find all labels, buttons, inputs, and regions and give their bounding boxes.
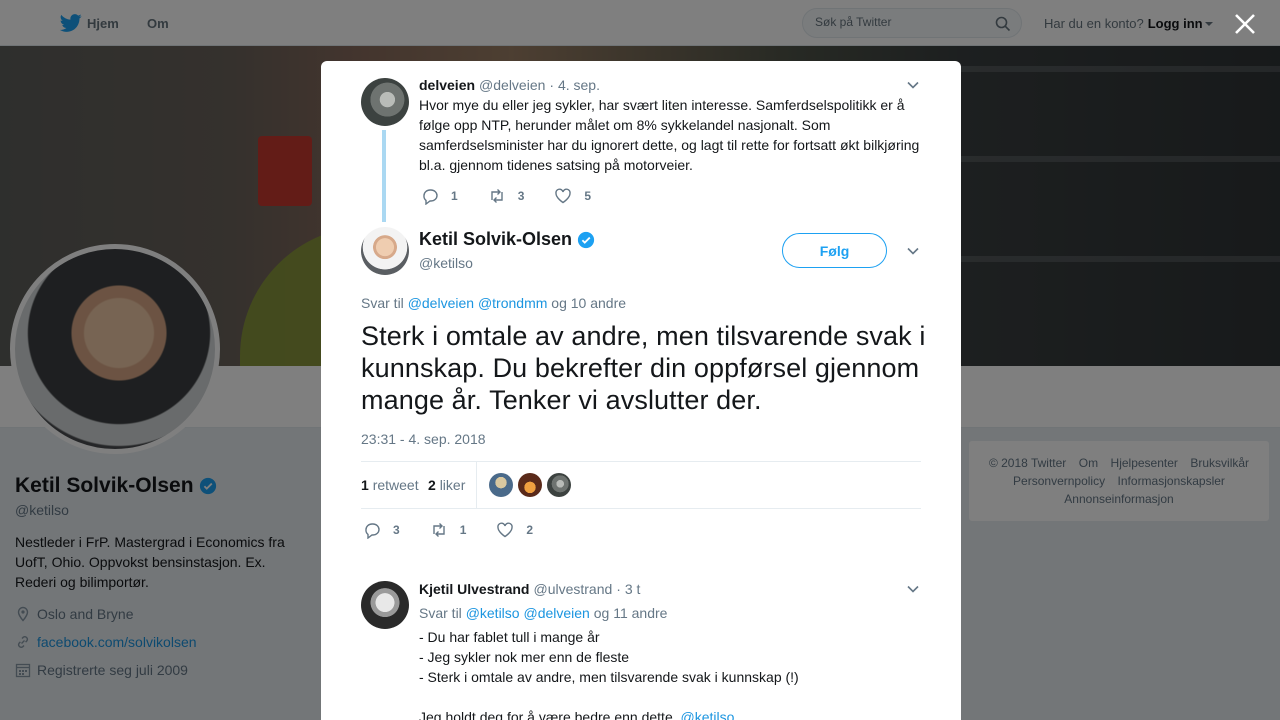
retweet-count: 3 — [517, 189, 525, 203]
reply-icon — [365, 523, 380, 539]
main-tweet-avatar[interactable] — [361, 227, 409, 275]
reply-author-handle[interactable]: @ulvestrand — [533, 581, 612, 597]
like-action[interactable]: 2 — [496, 521, 533, 539]
reply-icon — [423, 189, 438, 205]
reply-line: - Jeg sykler nok mer enn de fleste — [419, 649, 630, 665]
liker-avatar[interactable] — [518, 473, 542, 497]
like-stat-label: liker — [439, 477, 466, 493]
retweet-count: 1 — [459, 523, 467, 537]
follow-button[interactable]: Følg — [782, 233, 887, 268]
chevron-down-icon[interactable] — [906, 582, 920, 596]
retweet-icon — [490, 189, 503, 203]
liker-avatars — [489, 473, 576, 497]
close-icon[interactable] — [1232, 11, 1258, 37]
like-count: 5 — [584, 189, 592, 203]
reply-action[interactable]: 3 — [363, 521, 400, 539]
reply-line: - Du har fablet tull i mange år — [419, 629, 600, 645]
mention-link[interactable]: @delveien — [408, 295, 474, 311]
reply-suffix[interactable]: og 11 andre — [594, 605, 668, 621]
retweet-stat-label: retweet — [372, 477, 419, 493]
heart-icon — [497, 522, 514, 538]
reply-prefix: Svar til — [361, 295, 404, 311]
reply-count: 1 — [451, 189, 458, 203]
reply-blank-line — [419, 687, 799, 707]
reply-suffix[interactable]: og 10 andre — [551, 295, 626, 311]
parent-tweet-actions: 1 3 5 — [421, 187, 621, 205]
main-tweet-actions: 3 1 2 — [363, 521, 563, 539]
mention-link[interactable]: @ketilso — [466, 605, 520, 621]
mention-link[interactable]: @trondmm — [478, 295, 547, 311]
chevron-down-icon[interactable] — [906, 78, 920, 92]
heart-icon — [555, 188, 572, 204]
reply-tweet-text: - Du har fablet tull i mange år - Jeg sy… — [419, 627, 799, 720]
chevron-down-icon[interactable] — [906, 244, 920, 258]
reply-context: Svar til @ketilso @delveien og 11 andre — [419, 605, 667, 621]
reply-tweet-avatar[interactable] — [361, 581, 409, 629]
mention-link[interactable]: @ketilso — [681, 709, 735, 720]
retweet-action[interactable]: 1 — [430, 521, 467, 539]
tweet-stats: 1 retweet 2 liker — [361, 461, 921, 509]
parent-tweet-header: delveien @delveien · 4. sep. — [419, 77, 600, 93]
main-author-name[interactable]: Ketil Solvik-Olsen — [419, 229, 595, 250]
retweet-stat-count: 1 — [361, 477, 369, 493]
mention-link[interactable]: @delveien — [523, 605, 589, 621]
thread-connector-line — [382, 130, 386, 222]
reply-line-text: Jeg holdt deg for å være bedre enn dette… — [419, 709, 677, 720]
stats-divider — [476, 462, 477, 509]
tweet-permalink-modal: delveien @delveien · 4. sep. Hvor mye du… — [321, 61, 961, 720]
reply-author-name[interactable]: Kjetil Ulvestrand — [419, 581, 529, 597]
liker-avatar[interactable] — [489, 473, 513, 497]
liker-avatar[interactable] — [547, 473, 571, 497]
reply-line: - Sterk i omtale av andre, men tilsvaren… — [419, 669, 799, 685]
retweet-action[interactable]: 3 — [488, 187, 525, 205]
parent-author-name[interactable]: delveien — [419, 77, 475, 93]
retweet-icon — [432, 523, 445, 537]
reply-prefix: Svar til — [419, 605, 462, 621]
parent-tweet-avatar[interactable] — [361, 78, 409, 126]
main-author-handle[interactable]: @ketilso — [419, 255, 473, 271]
reply-action[interactable]: 1 — [421, 187, 458, 205]
verified-badge-icon — [577, 231, 595, 248]
parent-tweet-text: Hvor mye du eller jeg sykler, har svært … — [419, 97, 920, 173]
main-reply-context: Svar til @delveien @trondmm og 10 andre — [361, 295, 626, 311]
reply-tweet-time[interactable]: · 3 t — [616, 581, 640, 597]
like-stat-count: 2 — [428, 477, 436, 493]
retweet-stat[interactable]: 1 retweet — [361, 477, 419, 493]
like-count: 2 — [526, 523, 534, 537]
main-author-name-text: Ketil Solvik-Olsen — [419, 229, 573, 249]
reply-count: 3 — [393, 523, 400, 537]
like-action[interactable]: 5 — [554, 187, 591, 205]
main-tweet-text: Sterk i omtale av andre, men tilsvarende… — [361, 321, 926, 415]
reply-line: Jeg holdt deg for å være bedre enn dette… — [419, 707, 799, 720]
like-stat[interactable]: 2 liker — [428, 477, 465, 493]
parent-tweet-time[interactable]: · 4. sep. — [549, 77, 600, 93]
main-tweet-timestamp[interactable]: 23:31 - 4. sep. 2018 — [361, 431, 486, 447]
parent-author-handle[interactable]: @delveien — [479, 77, 545, 93]
reply-tweet-header: Kjetil Ulvestrand @ulvestrand · 3 t — [419, 581, 640, 597]
